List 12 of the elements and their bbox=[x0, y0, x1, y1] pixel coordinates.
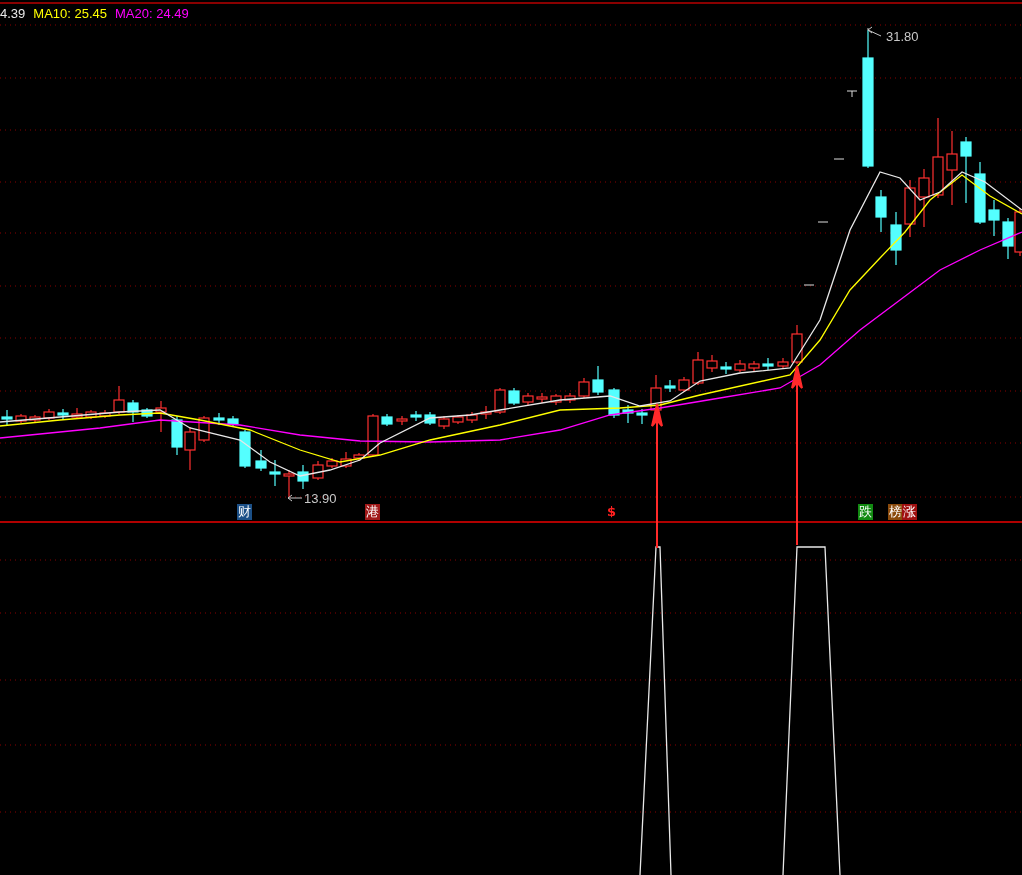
low-price-label: 13.90 bbox=[304, 491, 337, 506]
indicator-value: 4.39 bbox=[0, 6, 26, 21]
event-tag[interactable]: $ bbox=[606, 504, 618, 520]
event-tag[interactable]: 跌 bbox=[858, 504, 873, 520]
event-tag[interactable]: 港 bbox=[365, 504, 380, 520]
event-tag[interactable]: 财 bbox=[237, 504, 252, 520]
leader-line bbox=[867, 26, 882, 37]
indicator-value: MA10: 25.45 bbox=[33, 6, 108, 21]
indicator-value: MA20: 24.49 bbox=[115, 6, 189, 21]
event-tag[interactable]: 涨 bbox=[902, 504, 917, 520]
leader-line bbox=[287, 494, 303, 502]
high-price-label: 31.80 bbox=[886, 29, 919, 44]
